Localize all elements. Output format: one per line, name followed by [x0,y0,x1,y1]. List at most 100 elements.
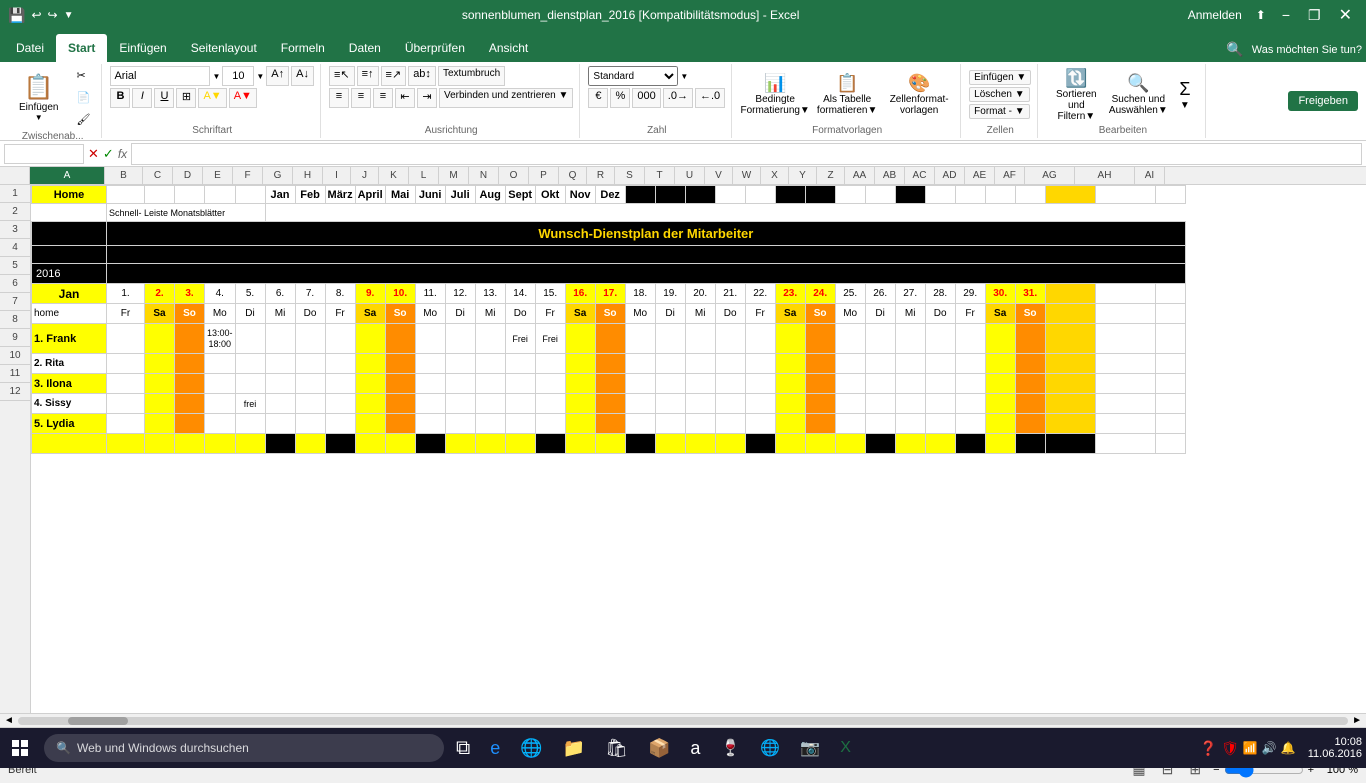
cell-X6[interactable]: Sa [775,304,805,324]
cell-K11[interactable] [385,414,415,434]
cell-O11[interactable] [505,414,535,434]
percent-btn[interactable]: % [610,88,630,108]
cell-AB8[interactable] [895,354,925,374]
cell-B3[interactable] [107,246,1186,264]
cell-AG11[interactable] [1045,414,1095,434]
col-header-L[interactable]: L [409,167,439,184]
tab-formeln[interactable]: Formeln [269,34,337,62]
cell-E9[interactable] [205,374,236,394]
cell-AI7[interactable] [1155,324,1185,354]
cell-H6[interactable]: Do [295,304,325,324]
cell-K9[interactable] [385,374,415,394]
cell-Q11[interactable] [565,414,595,434]
chrome-icon[interactable]: 🌐 [512,730,550,766]
cell-AH6[interactable] [1095,304,1155,324]
cell-J6[interactable]: Sa [355,304,385,324]
network-icon[interactable]: 📶 [1243,741,1258,755]
row-header-10[interactable]: 10 [0,347,30,365]
cell-L9[interactable] [415,374,445,394]
row-header-1[interactable]: 1 [0,185,30,203]
cell-W1[interactable] [745,186,775,204]
cell-Q1[interactable]: Nov [565,186,595,204]
cell-S9[interactable] [625,374,655,394]
cell-AB6[interactable]: Mi [895,304,925,324]
cell-M11[interactable] [445,414,475,434]
cell-N6[interactable]: Mi [475,304,505,324]
cell-Y7[interactable] [805,324,835,354]
cell-H8[interactable] [295,354,325,374]
cell-AB7[interactable] [895,324,925,354]
cell-T6[interactable]: Di [655,304,685,324]
cell-AC9[interactable] [925,374,955,394]
cell-Y12[interactable] [805,434,835,454]
cell-V11[interactable] [715,414,745,434]
cell-O10[interactable] [505,394,535,414]
cell-S5[interactable]: 18. [625,284,655,304]
col-header-X[interactable]: X [761,167,789,184]
tab-start[interactable]: Start [56,34,107,62]
cell-I12[interactable] [325,434,355,454]
col-header-V[interactable]: V [705,167,733,184]
cell-Y1[interactable] [805,186,835,204]
store-icon[interactable]: 🛍 [597,730,636,766]
cell-E1[interactable] [205,186,236,204]
cell-H7[interactable] [295,324,325,354]
cell-AB9[interactable] [895,374,925,394]
cell-AI10[interactable] [1155,394,1185,414]
cancel-formula-icon[interactable]: ✕ [88,146,99,162]
clock[interactable]: 10:08 11.06.2016 [1308,736,1362,760]
col-header-AE[interactable]: AE [965,167,995,184]
cell-A10[interactable]: 4. Sissy [32,394,107,414]
row-header-3[interactable]: 3 [0,221,30,239]
cell-G10[interactable] [265,394,295,414]
cell-I9[interactable] [325,374,355,394]
cell-D5[interactable]: 3. [175,284,205,304]
cell-C11[interactable] [145,414,175,434]
cell-Z1[interactable] [835,186,865,204]
confirm-formula-icon[interactable]: ✓ [103,146,114,162]
cell-A12[interactable] [32,434,107,454]
cell-AA6[interactable]: Di [865,304,895,324]
save-icon[interactable]: 💾 [8,7,25,24]
edge-icon[interactable]: e [482,730,508,766]
cell-AD12[interactable] [955,434,985,454]
cell-B10[interactable] [107,394,145,414]
cell-C7[interactable] [145,324,175,354]
cell-reference-box[interactable]: A1 [4,144,84,164]
cell-M7[interactable] [445,324,475,354]
cell-R11[interactable] [595,414,625,434]
row-header-12[interactable]: 12 [0,383,30,401]
bedingte-formatierung-btn[interactable]: 📊 BedingteFormatierung▼ [740,67,810,123]
cell-E12[interactable] [205,434,236,454]
align-left-btn[interactable]: ≡ [329,88,349,108]
scroll-left-btn[interactable]: ◄ [4,715,14,726]
close-button[interactable]: ✕ [1333,3,1358,27]
cell-W6[interactable]: Fr [745,304,775,324]
zellen-loeschen-btn[interactable]: Löschen ▼ [969,87,1029,102]
cell-T5[interactable]: 19. [655,284,685,304]
cell-H10[interactable] [295,394,325,414]
cell-AD1[interactable] [955,186,985,204]
cell-G1[interactable]: Jan [265,186,295,204]
cell-S1[interactable] [625,186,655,204]
cell-AF9[interactable] [1015,374,1045,394]
cell-J8[interactable] [355,354,385,374]
cell-R10[interactable] [595,394,625,414]
cell-AE6[interactable]: Sa [985,304,1015,324]
cell-Y8[interactable] [805,354,835,374]
tab-einfuegen[interactable]: Einfügen [107,34,178,62]
cell-C9[interactable] [145,374,175,394]
cell-V12[interactable] [715,434,745,454]
cell-AA12[interactable] [865,434,895,454]
cell-P1[interactable]: Okt [535,186,565,204]
cell-A8[interactable]: 2. Rita [32,354,107,374]
cell-J11[interactable] [355,414,385,434]
currency-btn[interactable]: € [588,88,608,108]
col-header-AA[interactable]: AA [845,167,875,184]
cell-U8[interactable] [685,354,715,374]
cell-AC11[interactable] [925,414,955,434]
cell-Q12[interactable] [565,434,595,454]
cell-AB10[interactable] [895,394,925,414]
cell-X11[interactable] [775,414,805,434]
cell-V6[interactable]: Do [715,304,745,324]
